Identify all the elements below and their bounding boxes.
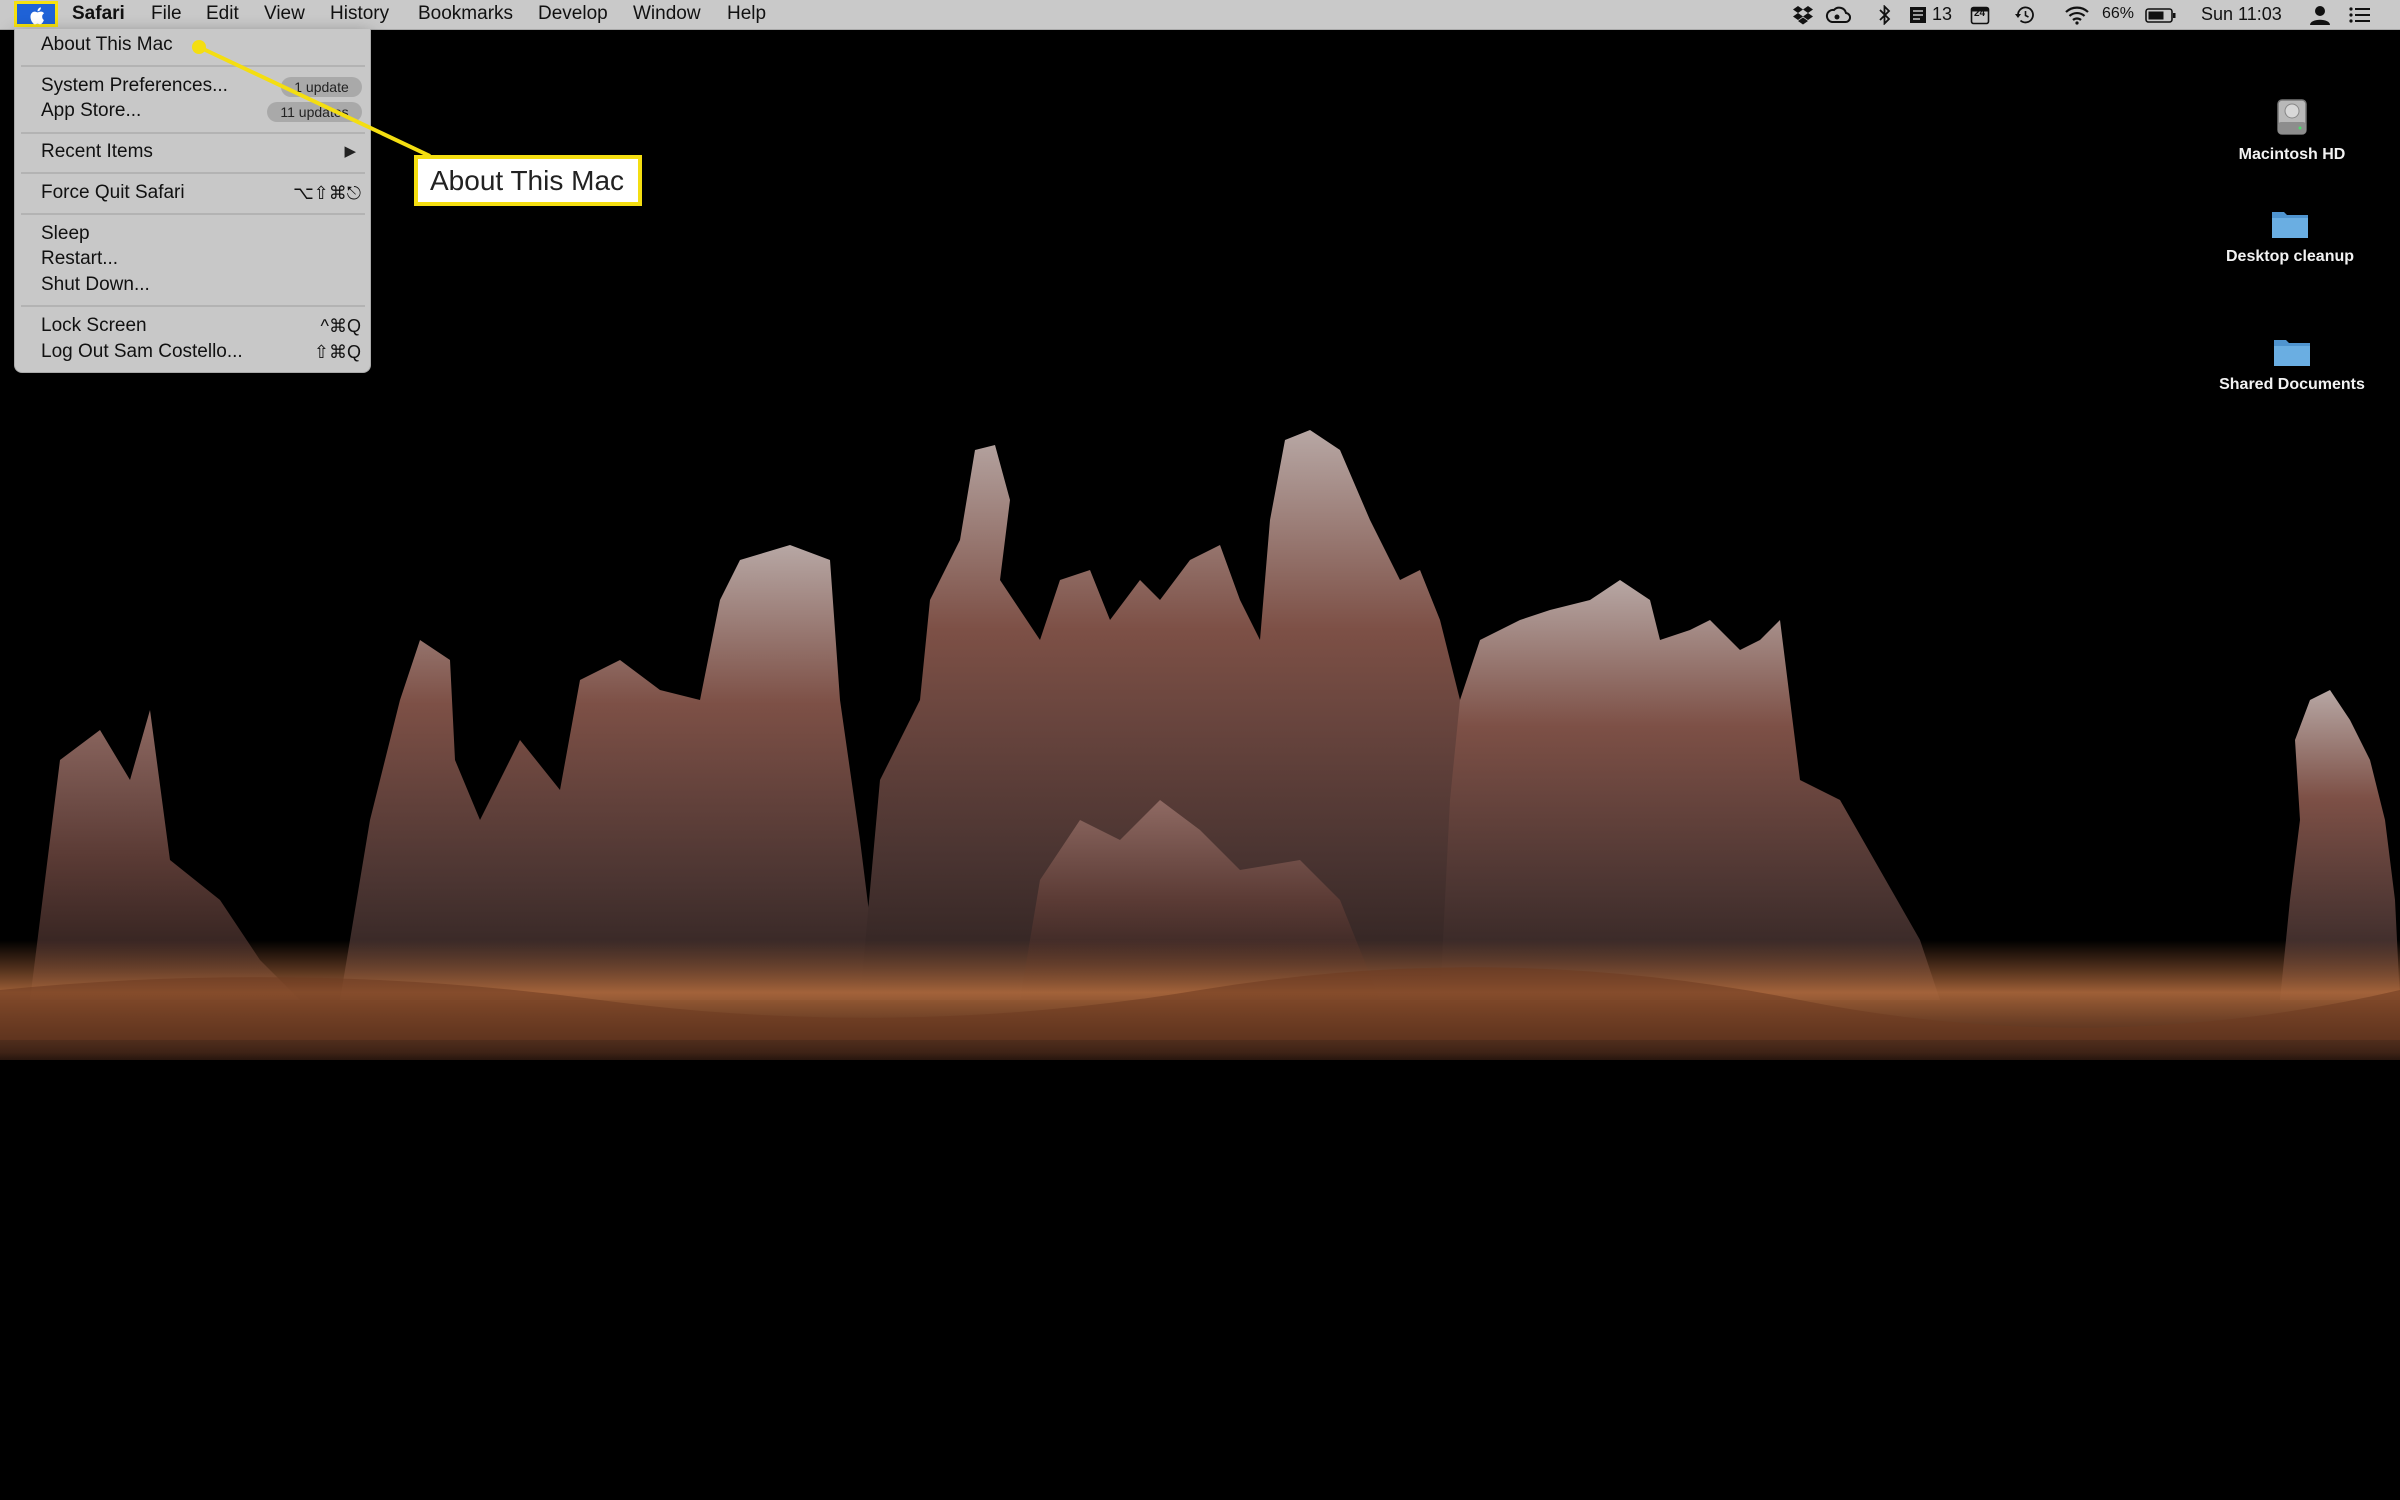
battery-icon[interactable] xyxy=(2145,5,2177,25)
time-machine-icon[interactable] xyxy=(2014,5,2036,25)
callout-label: About This Mac xyxy=(414,155,642,206)
apple-menu-button[interactable] xyxy=(14,1,58,27)
notifications-app-icon[interactable] xyxy=(1908,5,1928,25)
menu-separator xyxy=(21,65,365,67)
desktop-icon-label: Macintosh HD xyxy=(2238,146,2346,163)
desktop-icon-shared-documents[interactable]: Shared Documents xyxy=(2202,334,2382,394)
desktop-icon-desktop-cleanup[interactable]: Desktop cleanup xyxy=(2200,206,2380,266)
menu-window[interactable]: Window xyxy=(633,3,701,25)
menu-edit[interactable]: Edit xyxy=(206,3,239,25)
menu-view[interactable]: View xyxy=(264,3,305,25)
menu-item-shut-down[interactable]: Shut Down... xyxy=(41,273,150,297)
menu-item-sleep[interactable]: Sleep xyxy=(41,222,90,246)
menu-develop[interactable]: Develop xyxy=(538,3,608,25)
menubar-clock[interactable]: Sun 11:03 xyxy=(2201,3,2282,25)
menu-separator xyxy=(21,132,365,134)
app-store-update-badge: 11 updates xyxy=(267,102,362,122)
menu-help[interactable]: Help xyxy=(727,3,766,25)
status-area: 13 24 66% Sun 11:03 xyxy=(1780,0,2400,29)
menu-separator xyxy=(21,213,365,215)
bluetooth-icon[interactable] xyxy=(1878,5,1892,25)
lock-screen-shortcut: ^⌘Q xyxy=(320,316,361,336)
menu-bookmarks[interactable]: Bookmarks xyxy=(418,3,513,25)
menu-item-log-out[interactable]: Log Out Sam Costello... xyxy=(41,340,243,364)
user-account-icon[interactable] xyxy=(2308,5,2332,25)
hard-drive-icon xyxy=(2277,99,2307,135)
folder-icon xyxy=(2274,340,2310,366)
desktop-icon-label: Shared Documents xyxy=(2219,376,2365,393)
force-quit-shortcut: ⌥⇧⌘⎋ xyxy=(292,183,361,203)
menu-separator xyxy=(21,172,365,174)
desktop-icon-macintosh-hd[interactable]: Macintosh HD xyxy=(2202,96,2382,164)
menu-file[interactable]: File xyxy=(151,3,182,25)
apple-logo-icon xyxy=(30,7,45,25)
desktop-icon-label: Desktop cleanup xyxy=(2225,248,2355,265)
menu-item-about-this-mac[interactable]: About This Mac xyxy=(41,33,173,57)
submenu-arrow-icon: ▶ xyxy=(344,143,356,160)
log-out-shortcut: ⇧⌘Q xyxy=(313,342,361,362)
wifi-icon[interactable] xyxy=(2064,5,2090,25)
menu-item-system-preferences[interactable]: System Preferences... xyxy=(41,74,228,98)
creative-cloud-icon[interactable] xyxy=(1825,5,1851,25)
calendar-date: 24 xyxy=(1974,8,1986,19)
menu-item-restart[interactable]: Restart... xyxy=(41,247,118,271)
dropbox-icon[interactable] xyxy=(1792,5,1814,25)
folder-icon xyxy=(2272,212,2308,238)
app-menu-safari[interactable]: Safari xyxy=(72,3,125,25)
menu-item-recent-items[interactable]: Recent Items xyxy=(41,140,153,164)
menu-bar: Safari File Edit View History Bookmarks … xyxy=(0,0,2400,30)
notification-center-icon[interactable] xyxy=(2348,5,2372,25)
apple-menu-dropdown: About This Mac System Preferences... 1 u… xyxy=(14,29,371,373)
menu-item-app-store[interactable]: App Store... xyxy=(41,99,141,123)
notification-count: 13 xyxy=(1932,4,1953,24)
menu-separator xyxy=(21,305,365,307)
menu-item-force-quit[interactable]: Force Quit Safari xyxy=(41,181,185,205)
system-preferences-update-badge: 1 update xyxy=(281,77,362,97)
menu-item-lock-screen[interactable]: Lock Screen xyxy=(41,314,147,338)
battery-percent: 66% xyxy=(2102,5,2135,22)
menu-history[interactable]: History xyxy=(330,3,389,25)
